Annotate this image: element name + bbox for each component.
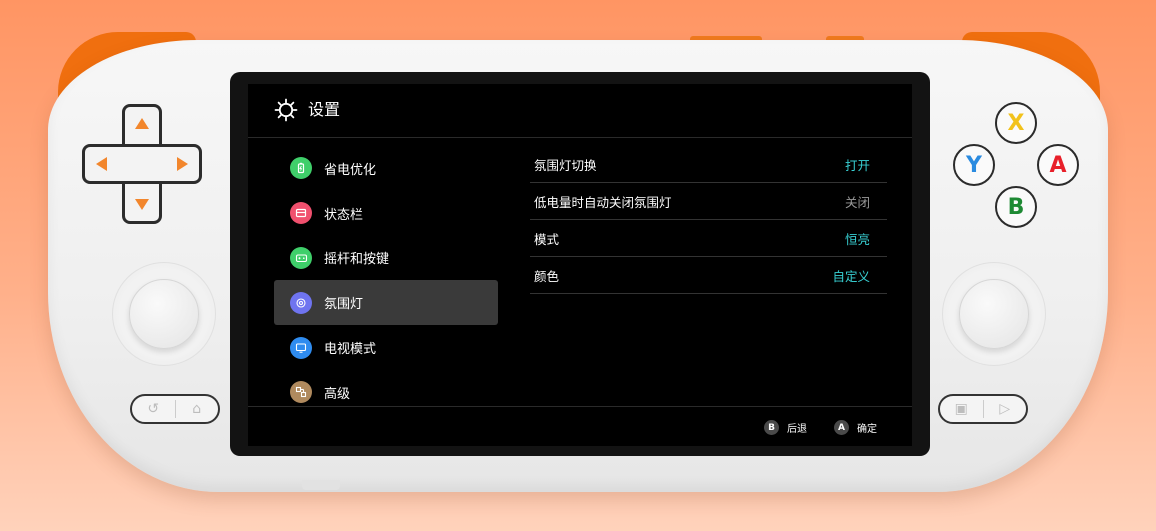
- settings-header: 设置: [248, 84, 912, 138]
- status-bar-icon: [290, 202, 312, 225]
- dpad-up-icon[interactable]: [135, 118, 149, 129]
- sidebar-item-power-saving[interactable]: 省电优化: [274, 146, 498, 191]
- sidebar-item-tv-mode[interactable]: 电视模式: [274, 325, 498, 370]
- confirm-hint[interactable]: A 确定: [834, 420, 877, 435]
- tv-icon: [290, 336, 312, 359]
- a-key-icon: A: [834, 420, 849, 435]
- right-analog-stick[interactable]: [942, 262, 1046, 366]
- dpad-right-icon[interactable]: [177, 157, 188, 171]
- back-hint[interactable]: B 后退: [764, 420, 807, 435]
- settings-screen: 设置 省电优化 状态栏 摇杆和按键 氛围灯 电视模式 高级 氛围灯切换 打开 低…: [248, 84, 912, 446]
- setting-value: 关闭: [844, 194, 870, 210]
- left-analog-stick[interactable]: [112, 262, 216, 366]
- dpad-left-icon[interactable]: [96, 157, 107, 171]
- sidebar-item-status-bar[interactable]: 状态栏: [274, 191, 498, 236]
- dpad[interactable]: [82, 104, 202, 224]
- y-button[interactable]: Y: [953, 144, 995, 186]
- ambient-light-icon: [290, 291, 312, 314]
- start-icon[interactable]: ▷: [984, 401, 1027, 417]
- right-system-buttons: ▣ ▷: [938, 394, 1028, 424]
- ambient-light-settings-list: 氛围灯切换 打开 低电量时自动关闭氛围灯 关闭 模式 恒亮 颜色 自定义: [530, 146, 887, 294]
- setting-row-mode[interactable]: 模式 恒亮: [530, 220, 887, 257]
- dpad-down-icon[interactable]: [135, 199, 149, 210]
- settings-sidebar: 省电优化 状态栏 摇杆和按键 氛围灯 电视模式 高级: [274, 146, 498, 415]
- a-button[interactable]: A: [1037, 144, 1079, 186]
- button-hints-footer: B 后退 A 确定: [248, 406, 912, 446]
- b-key-icon: B: [764, 420, 779, 435]
- sidebar-item-joystick-buttons[interactable]: 摇杆和按键: [274, 236, 498, 281]
- setting-row-color[interactable]: 颜色 自定义: [530, 257, 887, 294]
- setting-value: 打开: [844, 157, 870, 173]
- x-button[interactable]: X: [995, 102, 1037, 144]
- setting-row-low-battery-auto-off[interactable]: 低电量时自动关闭氛围灯 关闭: [530, 183, 887, 220]
- battery-icon: [290, 157, 312, 180]
- setting-row-ambient-light-toggle[interactable]: 氛围灯切换 打开: [530, 146, 887, 183]
- page-title: 设置: [308, 100, 341, 119]
- advanced-icon: [290, 381, 312, 404]
- menu-icon[interactable]: ▣: [940, 401, 983, 417]
- setting-value: 恒亮: [844, 231, 870, 247]
- home-icon[interactable]: ⌂: [176, 401, 219, 417]
- sidebar-item-ambient-light[interactable]: 氛围灯: [274, 280, 498, 326]
- left-system-buttons: ↺ ⌂: [130, 394, 220, 424]
- gamepad-icon: [290, 246, 312, 269]
- b-button[interactable]: B: [995, 186, 1037, 228]
- gear-icon: [274, 98, 298, 122]
- setting-value: 自定义: [832, 268, 870, 284]
- bottom-port: [302, 480, 340, 490]
- back-icon[interactable]: ↺: [132, 401, 175, 417]
